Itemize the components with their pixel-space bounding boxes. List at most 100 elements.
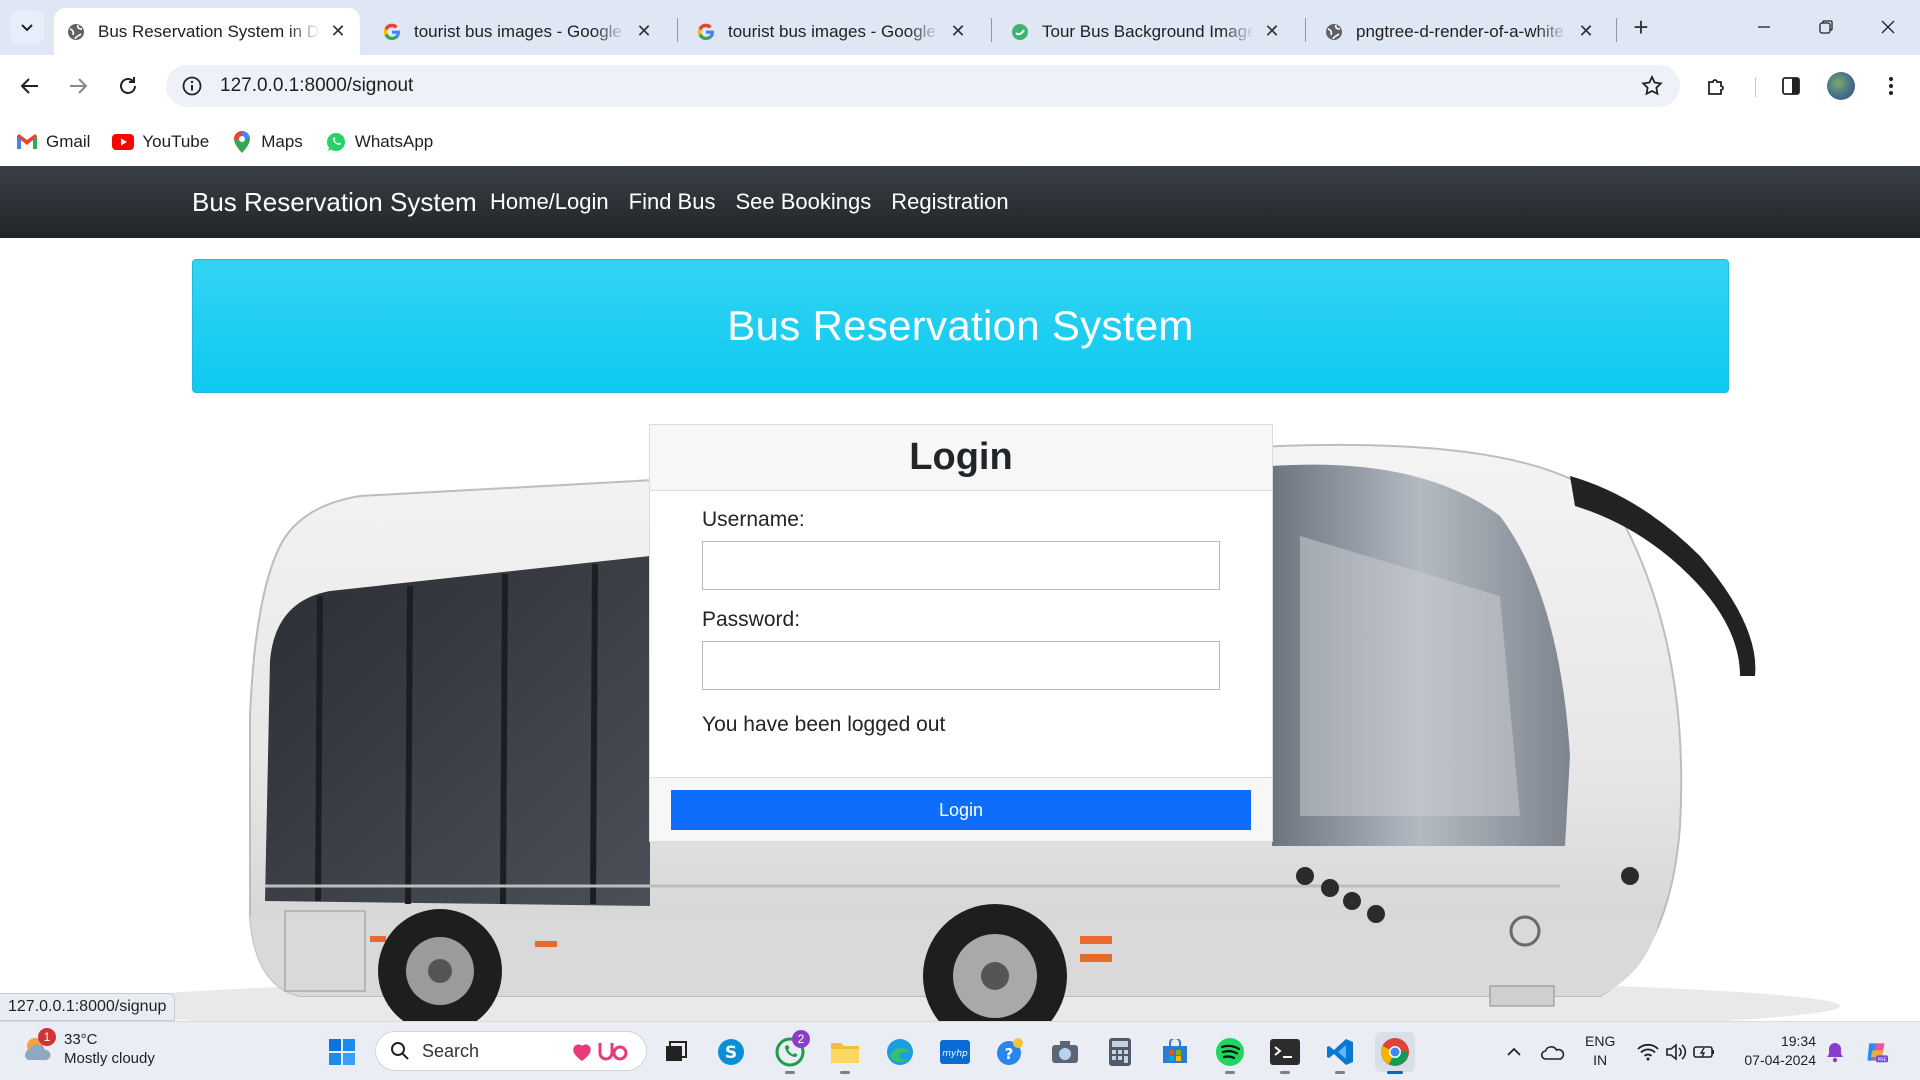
minimize-button[interactable] <box>1744 10 1784 44</box>
running-indicator <box>1387 1071 1403 1074</box>
new-tab-button[interactable]: + <box>1626 12 1656 42</box>
browser-tab-strip: Bus Reservation System in Django ✕ touri… <box>0 0 1920 55</box>
bookmark-whatsapp[interactable]: WhatsApp <box>325 131 433 153</box>
weather-alert-badge: 1 <box>38 1028 56 1046</box>
puzzle-icon <box>1708 79 1724 95</box>
url-text[interactable]: 127.0.0.1:8000/signout <box>220 75 413 97</box>
vscode-app[interactable] <box>1320 1032 1360 1074</box>
running-indicator <box>1280 1071 1290 1074</box>
login-button[interactable]: Login <box>671 790 1251 830</box>
tab-google-search-2[interactable]: tourist bus images - Google Search ✕ <box>684 8 980 55</box>
profile-button[interactable] <box>1822 67 1860 105</box>
close-icon[interactable]: ✕ <box>1576 21 1596 42</box>
password-label: Password: <box>702 608 801 631</box>
back-button[interactable] <box>11 67 49 105</box>
tab-pngtree[interactable]: pngtree-d-render-of-a-white ✕ <box>1312 8 1608 55</box>
more-vertical-icon <box>1889 77 1893 95</box>
nav-link-registration[interactable]: Registration <box>891 189 1008 215</box>
camera-app[interactable] <box>1045 1032 1085 1072</box>
spotify-app[interactable] <box>1210 1032 1250 1074</box>
tab-title: tourist bus images - Google Search <box>414 21 626 41</box>
nav-link-see-bookings[interactable]: See Bookings <box>735 189 871 215</box>
myhp-app[interactable]: myhp <box>935 1032 975 1072</box>
skype-app[interactable]: S <box>711 1032 751 1072</box>
password-input[interactable] <box>702 641 1220 690</box>
menu-button[interactable] <box>1872 67 1910 105</box>
tab-title: pngtree-d-render-of-a-white <box>1356 21 1564 41</box>
onedrive-icon[interactable] <box>1541 1040 1565 1064</box>
task-view-button[interactable] <box>656 1032 696 1072</box>
reload-button[interactable] <box>109 67 147 105</box>
chrome-icon <box>1381 1038 1409 1066</box>
side-panel-button[interactable] <box>1772 67 1810 105</box>
navbar-brand[interactable]: Bus Reservation System <box>192 187 477 218</box>
svg-text:S: S <box>725 1043 737 1063</box>
tab-search-button[interactable] <box>10 10 44 44</box>
help-icon: ? <box>997 1038 1023 1065</box>
notifications-bell-icon[interactable] <box>1823 1040 1847 1064</box>
file-explorer-app[interactable] <box>825 1032 865 1074</box>
nav-link-find-bus[interactable]: Find Bus <box>629 189 716 215</box>
clock[interactable]: 19:34 07-04-2024 <box>1740 1032 1816 1070</box>
tab-google-search-1[interactable]: tourist bus images - Google Search ✕ <box>370 8 666 55</box>
extensions-button[interactable] <box>1698 67 1736 105</box>
google-icon <box>383 23 400 40</box>
youtube-icon <box>112 131 135 153</box>
volume-icon[interactable] <box>1664 1040 1688 1064</box>
tab-tour-bus-backgrounds[interactable]: Tour Bus Background Images ✕ <box>998 8 1294 55</box>
tab-separator <box>991 18 992 42</box>
spotify-icon <box>1216 1038 1244 1066</box>
terminal-app[interactable] <box>1265 1032 1305 1074</box>
tab-separator <box>1305 18 1306 42</box>
nav-link-home-login[interactable]: Home/Login <box>490 189 609 215</box>
logout-message: You have been logged out <box>702 713 946 736</box>
vscode-icon <box>1327 1039 1353 1065</box>
calculator-app[interactable] <box>1100 1032 1140 1072</box>
get-help-app[interactable]: ? <box>990 1032 1030 1072</box>
login-card: Login Username: Password: You have been … <box>649 424 1273 842</box>
close-icon[interactable]: ✕ <box>634 21 654 42</box>
bookmark-star-icon[interactable] <box>1640 74 1664 98</box>
tab-bus-reservation[interactable]: Bus Reservation System in Django ✕ <box>54 8 360 55</box>
close-icon[interactable]: ✕ <box>948 21 968 42</box>
page-viewport: Bus Reservation System Home/Login Find B… <box>0 166 1920 1021</box>
login-card-header: Login <box>650 425 1272 491</box>
whatsapp-app[interactable]: 2 <box>770 1030 810 1074</box>
edge-app[interactable] <box>880 1032 920 1072</box>
globe-icon <box>1326 23 1342 40</box>
close-icon[interactable]: ✕ <box>328 21 348 42</box>
microsoft-store-app[interactable] <box>1155 1032 1195 1072</box>
forward-button[interactable] <box>59 67 97 105</box>
weather-widget[interactable]: 1 33°C Mostly cloudy <box>20 1028 155 1068</box>
close-window-button[interactable] <box>1868 10 1908 44</box>
chevron-down-icon <box>21 24 33 32</box>
language-indicator[interactable]: ENG IN <box>1585 1032 1615 1070</box>
whatsapp-icon <box>325 131 347 153</box>
bookmark-youtube[interactable]: YouTube <box>112 131 209 153</box>
restore-button[interactable] <box>1806 10 1846 44</box>
chrome-app[interactable] <box>1375 1032 1415 1074</box>
show-hidden-icons-button[interactable] <box>1502 1040 1526 1064</box>
bookmark-maps[interactable]: Maps <box>231 130 303 153</box>
windows-logo-icon <box>329 1039 355 1065</box>
link-preview-status: 127.0.0.1:8000/signup <box>0 993 176 1021</box>
search-icon <box>391 1042 409 1060</box>
reload-icon <box>120 77 136 94</box>
svg-text:myhp: myhp <box>942 1049 968 1059</box>
bookmark-label: YouTube <box>142 131 210 151</box>
taskbar-search-box[interactable]: Search <box>375 1031 647 1071</box>
username-input[interactable] <box>702 541 1220 590</box>
copilot-icon[interactable]: PRE <box>1864 1040 1888 1064</box>
wifi-icon[interactable] <box>1636 1040 1660 1064</box>
arrow-right-icon <box>70 78 88 94</box>
address-bar[interactable]: 127.0.0.1:8000/signout <box>166 65 1680 107</box>
tab-title: Tour Bus Background Images <box>1042 21 1254 41</box>
green-circle-icon <box>1012 23 1028 40</box>
tab-title: Bus Reservation System in Django <box>98 21 320 41</box>
site-info-icon[interactable] <box>180 74 204 98</box>
bookmark-gmail[interactable]: Gmail <box>16 131 90 153</box>
close-icon[interactable]: ✕ <box>1262 21 1282 42</box>
tab-separator <box>1616 18 1617 42</box>
battery-charging-icon[interactable] <box>1692 1040 1716 1064</box>
start-button[interactable] <box>322 1032 362 1072</box>
